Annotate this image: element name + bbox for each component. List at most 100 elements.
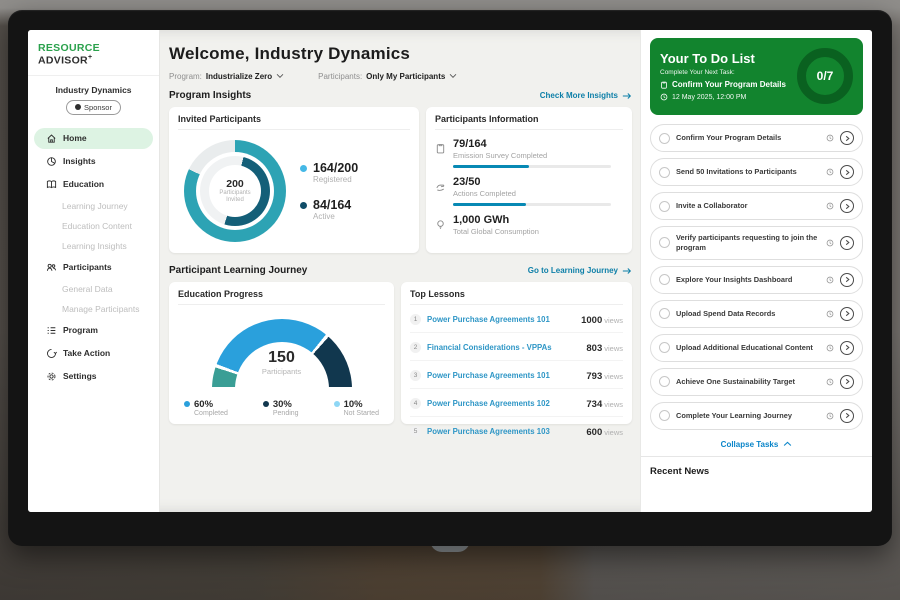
task-row[interactable]: Achieve One Sustainability Target [650,368,863,396]
task-checkbox[interactable] [659,237,670,248]
task-list: Confirm Your Program Details Send 50 Inv… [650,124,863,436]
chevron-right-button[interactable] [840,341,854,355]
sidebar-item-take-action[interactable]: Take Action [34,343,153,364]
chevron-right-button[interactable] [840,375,854,389]
page-title: Welcome, Industry Dynamics [169,44,632,64]
org-name: Industry Dynamics [28,85,159,95]
clipboard-icon [660,81,668,89]
chevron-down-icon [449,72,457,81]
check-more-insights-link[interactable]: Check More Insights [540,91,632,100]
task-row[interactable]: Invite a Collaborator [650,192,863,220]
task-row[interactable]: Confirm Your Program Details [650,124,863,152]
chevron-right-button[interactable] [840,236,854,250]
invited-participants-card: Invited Participants 200 Participants In… [169,107,419,253]
chevron-up-icon [783,441,792,447]
task-checkbox[interactable] [659,376,670,387]
sidebar-item-education[interactable]: Education [34,174,153,195]
bulb-icon [435,217,446,228]
legend-not-started: 10% Not Started [334,399,379,417]
education-progress-card: Education Progress 150 Participants 60% [169,282,394,424]
chevron-right-button[interactable] [840,409,854,423]
info-row: 23/50 Actions Completed [435,176,623,206]
legend-dot [300,202,307,209]
info-row: 79/164 Emission Survey Completed [435,138,623,168]
task-row[interactable]: Explore Your Insights Dashboard [650,266,863,294]
lesson-link[interactable]: Power Purchase Agreements 102 [427,399,580,408]
todo-panel: Your To Do List Complete Your Next Task:… [640,30,872,512]
progress-bar [453,165,611,168]
survey-icon [435,141,446,152]
sidebar-item-program[interactable]: Program [34,320,153,341]
sidebar-item-settings[interactable]: Settings [34,366,153,387]
clock-icon [826,202,834,210]
home-icon [46,133,57,144]
clock-icon [826,412,834,420]
todo-progress-ring: 0/7 [797,48,853,104]
chevron-right-button[interactable] [840,199,854,213]
lesson-row: 5 Power Purchase Agreements 103 600views [410,417,623,444]
task-checkbox[interactable] [659,342,670,353]
lesson-link[interactable]: Power Purchase Agreements 103 [427,427,580,436]
clock-icon [826,344,834,352]
actions-icon [435,179,446,190]
sponsor-icon [75,104,81,110]
gear-icon [46,371,57,382]
take-action-icon [46,348,57,359]
arrow-right-icon [622,267,632,275]
lesson-row: 4 Power Purchase Agreements 102 734views [410,389,623,417]
lesson-link[interactable]: Power Purchase Agreements 101 [427,315,575,324]
sidebar-item-learning-insights[interactable]: Learning Insights [28,236,159,256]
sponsor-badge: Sponsor [66,100,121,115]
sidebar: RESOURCE ADVISOR+ Industry Dynamics Spon… [28,30,160,512]
lesson-link[interactable]: Power Purchase Agreements 101 [427,371,580,380]
participants-dropdown[interactable]: Participants: Only My Participants [318,72,457,81]
list-icon [46,325,57,336]
education-progress-gauge: 150 Participants [212,319,352,387]
sidebar-item-participants[interactable]: Participants [34,257,153,278]
task-row[interactable]: Send 50 Invitations to Participants [650,158,863,186]
book-icon [46,179,57,190]
todo-card: Your To Do List Complete Your Next Task:… [650,38,863,115]
task-checkbox[interactable] [659,201,670,212]
task-checkbox[interactable] [659,410,670,421]
chevron-right-button[interactable] [840,131,854,145]
task-checkbox[interactable] [659,167,670,178]
task-row[interactable]: Complete Your Learning Journey [650,402,863,430]
sidebar-item-education-content[interactable]: Education Content [28,216,159,236]
recent-news-section: Recent News [641,456,872,489]
sidebar-item-insights[interactable]: Insights [34,151,153,172]
chevron-right-button[interactable] [840,165,854,179]
learning-journey-title: Participant Learning Journey [169,265,307,276]
clock-icon [826,378,834,386]
brand-logo: RESOURCE ADVISOR+ [28,30,159,76]
clock-icon [826,239,834,247]
invited-participants-donut: 200 Participants Invited [184,140,286,242]
task-checkbox[interactable] [659,308,670,319]
dashboard-screen: RESOURCE ADVISOR+ Industry Dynamics Spon… [28,30,872,512]
arrow-right-icon [622,92,632,100]
task-row[interactable]: Upload Spend Data Records [650,300,863,328]
task-row[interactable]: Upload Additional Educational Content [650,334,863,362]
sidebar-item-general-data[interactable]: General Data [28,279,159,299]
collapse-tasks-link[interactable]: Collapse Tasks [650,436,863,456]
clock-icon [826,310,834,318]
info-row: 1,000 GWh Total Global Consumption [435,214,623,236]
sidebar-item-learning-journey[interactable]: Learning Journey [28,196,159,216]
sidebar-item-home[interactable]: Home [34,128,153,149]
chevron-down-icon [276,72,284,81]
lesson-link[interactable]: Financial Considerations - VPPAs [427,343,580,352]
go-to-learning-journey-link[interactable]: Go to Learning Journey [528,266,632,275]
clock-icon [826,276,834,284]
chevron-right-button[interactable] [840,307,854,321]
task-checkbox[interactable] [659,274,670,285]
sidebar-item-manage-participants[interactable]: Manage Participants [28,299,159,319]
clock-icon [826,134,834,142]
sidebar-nav: Home Insights Education Learning Journey… [28,127,159,388]
legend-dot [300,165,307,172]
program-dropdown[interactable]: Program: Industrialize Zero [169,72,284,81]
top-lessons-card: Top Lessons 1 Power Purchase Agreements … [401,282,632,424]
progress-bar [453,203,611,206]
chevron-right-button[interactable] [840,273,854,287]
task-row[interactable]: Verify participants requesting to join t… [650,226,863,260]
task-checkbox[interactable] [659,133,670,144]
